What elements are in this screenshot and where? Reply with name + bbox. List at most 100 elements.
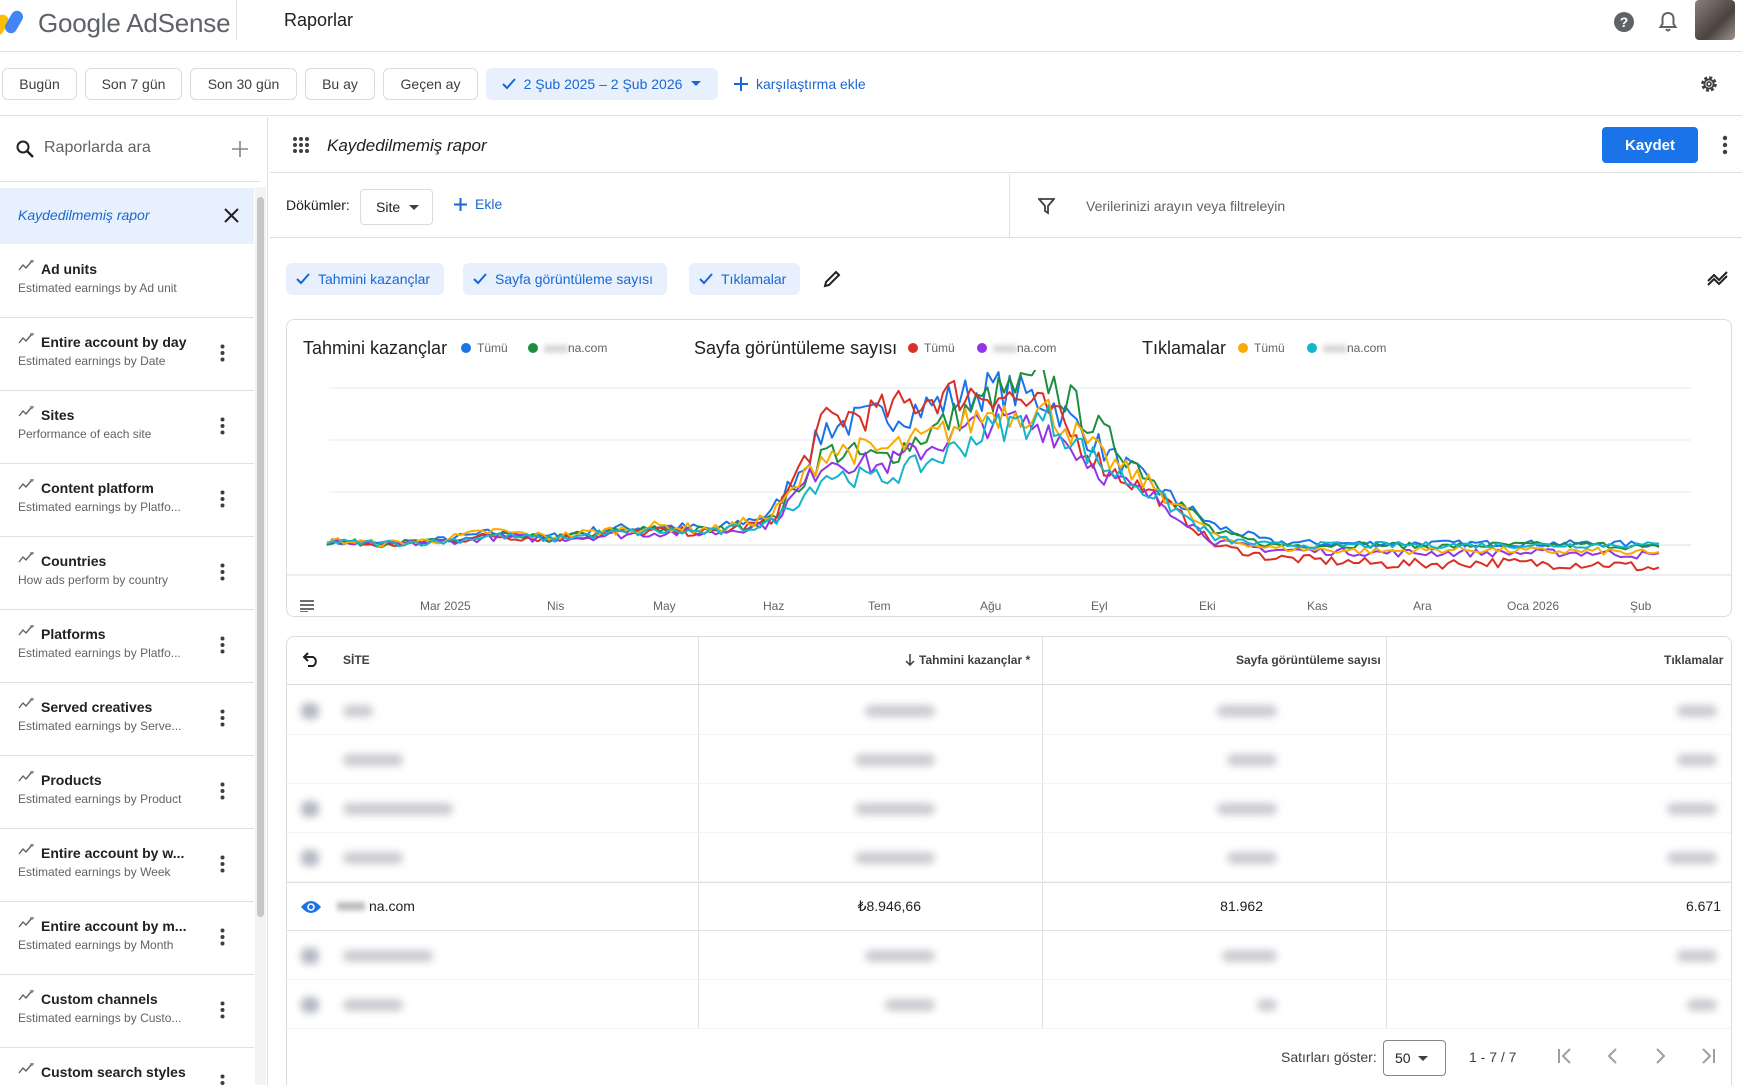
- legend-item-pageviews-all[interactable]: Tümü: [908, 341, 955, 355]
- column-header-clicks[interactable]: Tıklamalar: [1664, 653, 1723, 667]
- sidebar-item-report[interactable]: Ad units Estimated earnings by Ad unit: [0, 245, 254, 318]
- dropdown-arrow-icon: [409, 205, 419, 210]
- breakdown-bar: Dökümler: Site Ekle Verilerinizi arayın …: [270, 174, 1742, 238]
- redacted-text: [343, 950, 433, 962]
- more-vert-icon[interactable]: [220, 1074, 225, 1085]
- legend-item-pageviews-site[interactable]: xxxx na.com: [977, 341, 1056, 355]
- sidebar-item-report[interactable]: Custom channels Estimated earnings by Cus…: [0, 975, 254, 1048]
- report-search[interactable]: Raporlarda ara: [0, 117, 260, 182]
- legend-item-earnings-site[interactable]: xxxx na.com: [528, 341, 607, 355]
- column-header-site[interactable]: SİTE: [343, 653, 370, 667]
- notifications-bell-icon[interactable]: [1656, 10, 1680, 34]
- undo-icon[interactable]: [302, 651, 320, 667]
- legend-item-earnings-all[interactable]: Tümü: [461, 341, 508, 355]
- close-icon[interactable]: [224, 208, 239, 223]
- preset-today-chip[interactable]: Bugün: [2, 68, 77, 100]
- apps-grid-icon[interactable]: [293, 137, 309, 153]
- table-row[interactable]: [287, 735, 1731, 784]
- edit-pencil-icon[interactable]: [822, 269, 842, 289]
- legend-item-clicks-all[interactable]: Tümü: [1238, 341, 1285, 355]
- metric-chip-pageviews[interactable]: Sayfa görüntüleme sayısı: [463, 263, 667, 295]
- new-report-plus-icon[interactable]: [232, 141, 248, 157]
- visibility-eye-icon[interactable]: [300, 899, 322, 915]
- last-page-icon[interactable]: [1698, 1046, 1718, 1066]
- more-vert-icon[interactable]: [220, 855, 225, 873]
- report-trend-icon: [18, 917, 35, 929]
- save-button[interactable]: Kaydet: [1602, 127, 1698, 163]
- more-vert-icon[interactable]: [220, 417, 225, 435]
- redacted-text: [1677, 754, 1717, 766]
- settings-gear-icon[interactable]: [1698, 73, 1720, 95]
- report-trend-icon: [18, 333, 35, 345]
- help-icon[interactable]: ?: [1612, 10, 1636, 34]
- sidebar-item-report[interactable]: Custom search styles: [0, 1048, 254, 1085]
- sidebar-item-report[interactable]: Sites Performance of each site: [0, 391, 254, 464]
- x-tick-label: Nis: [547, 599, 565, 613]
- report-title[interactable]: Kaydedilmemiş rapor: [327, 136, 487, 156]
- preset-last-30-days-chip[interactable]: Son 30 gün: [190, 68, 297, 100]
- redacted-text: xxxx: [544, 341, 568, 355]
- table-row[interactable]: [287, 784, 1731, 833]
- column-header-pageviews[interactable]: Sayfa görüntüleme sayısı: [1236, 653, 1381, 667]
- x-tick-label: Mar 2025: [420, 599, 471, 613]
- table-row[interactable]: [287, 980, 1731, 1029]
- sidebar-item-subtitle: How ads perform by country: [18, 573, 169, 587]
- more-vert-icon[interactable]: [220, 782, 225, 800]
- sidebar-item-report[interactable]: Products Estimated earnings by Product: [0, 756, 254, 829]
- sidebar-item-title: Custom channels: [41, 991, 158, 1007]
- sidebar-scrollbar-thumb[interactable]: [257, 197, 264, 917]
- search-icon: [16, 140, 34, 158]
- more-vert-icon[interactable]: [220, 344, 225, 362]
- sidebar-item-report[interactable]: Content platform Estimated earnings by Pl…: [0, 464, 254, 537]
- preset-this-month-chip[interactable]: Bu ay: [305, 68, 375, 100]
- more-vert-icon[interactable]: [220, 490, 225, 508]
- legend-item-clicks-site[interactable]: xxxx na.com: [1307, 341, 1386, 355]
- filter-search-input[interactable]: Verilerinizi arayın veya filtreleyin: [1086, 198, 1285, 214]
- date-range-chip[interactable]: 2 Şub 2025 – 2 Şub 2026: [486, 68, 718, 100]
- next-page-icon[interactable]: [1650, 1046, 1670, 1066]
- sidebar-item-report[interactable]: Entire account by w... Estimated earnings…: [0, 829, 254, 902]
- legend-dot: [461, 343, 471, 353]
- previous-page-icon[interactable]: [1603, 1046, 1623, 1066]
- sidebar-item-title: Countries: [41, 553, 107, 569]
- column-header-label: Tahmini kazançlar *: [919, 653, 1031, 667]
- sidebar-item-report[interactable]: Entire account by day Estimated earnings …: [0, 318, 254, 391]
- more-vert-icon[interactable]: [220, 563, 225, 581]
- add-breakdown-button[interactable]: Ekle: [454, 196, 502, 212]
- more-vert-icon[interactable]: [1722, 135, 1728, 155]
- x-tick-label: Tem: [868, 599, 891, 613]
- metric-chip-earnings[interactable]: Tahmini kazançlar: [286, 263, 445, 295]
- more-vert-icon[interactable]: [220, 928, 225, 946]
- sidebar-item-subtitle: Estimated earnings by Platfo...: [18, 500, 181, 514]
- rows-per-page-select[interactable]: 50: [1383, 1040, 1446, 1076]
- preset-last-7-days-chip[interactable]: Son 7 gün: [85, 68, 182, 100]
- sidebar-item-report[interactable]: Countries How ads perform by country: [0, 537, 254, 610]
- rows-per-page-label: Satırları göster:: [1281, 1049, 1377, 1065]
- chart-type-trend-icon[interactable]: [1707, 269, 1729, 287]
- preset-last-month-chip[interactable]: Geçen ay: [383, 68, 478, 100]
- metric-chip-clicks[interactable]: Tıklamalar: [689, 263, 801, 295]
- sidebar-item-report[interactable]: Entire account by m... Estimated earnings…: [0, 902, 254, 975]
- search-input[interactable]: Raporlarda ara: [44, 139, 151, 157]
- table-row[interactable]: [287, 686, 1731, 735]
- table-row[interactable]: [287, 931, 1731, 980]
- table-row[interactable]: xxxx na.com ₺8.946,66 81.962 6.671: [287, 882, 1731, 931]
- divider: [287, 684, 1731, 685]
- more-vert-icon[interactable]: [220, 709, 225, 727]
- legend-label: Tümü: [924, 341, 955, 355]
- sidebar-item-report[interactable]: Platforms Estimated earnings by Platfo...: [0, 610, 254, 683]
- chart-table-toggle-icon[interactable]: [300, 600, 314, 612]
- table-row[interactable]: [287, 833, 1731, 882]
- add-comparison-button[interactable]: karşılaştırma ekle: [734, 68, 866, 100]
- filter-icon: [1038, 198, 1055, 215]
- series-line: [326, 403, 1660, 560]
- avatar[interactable]: [1695, 0, 1735, 40]
- sidebar-item-report[interactable]: Served creatives Estimated earnings by Se…: [0, 683, 254, 756]
- sidebar-item-subtitle: Estimated earnings by Week: [18, 865, 171, 879]
- sidebar-item-unsaved-report[interactable]: Kaydedilmemiş rapor: [0, 188, 254, 244]
- column-header-earnings[interactable]: Tahmini kazançlar *: [905, 653, 1030, 667]
- breakdown-select[interactable]: Site: [360, 189, 433, 225]
- more-vert-icon[interactable]: [220, 1001, 225, 1019]
- first-page-icon[interactable]: [1555, 1046, 1575, 1066]
- more-vert-icon[interactable]: [220, 636, 225, 654]
